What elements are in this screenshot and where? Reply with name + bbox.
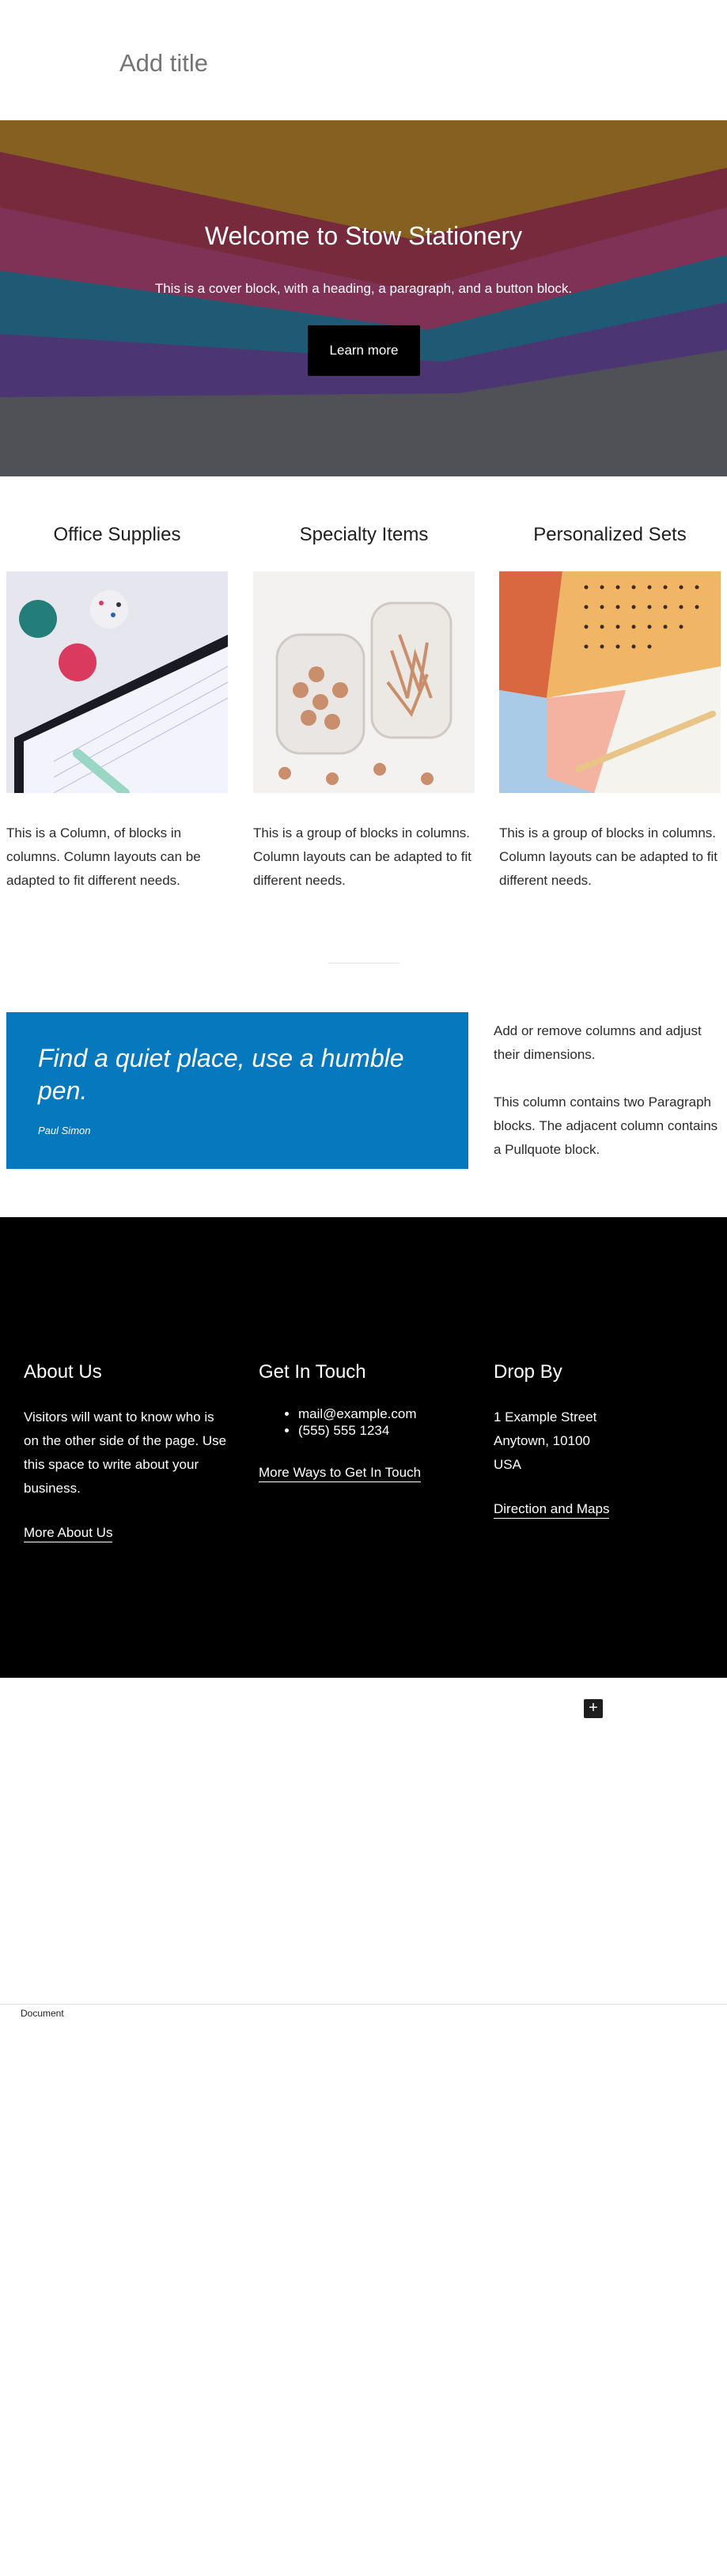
- side-paragraph: This column contains two Paragraph block…: [494, 1095, 718, 1157]
- contact-email: mail@example.com: [298, 1406, 464, 1422]
- column-heading: Personalized Sets: [533, 524, 687, 545]
- directions-link[interactable]: Direction and Maps: [494, 1500, 610, 1519]
- side-column: Add or remove columns and adjust their d…: [494, 1019, 723, 1186]
- cover-block[interactable]: Welcome to Stow Stationery This is a cov…: [0, 120, 727, 476]
- cover-paragraph: This is a cover block, with a heading, a…: [154, 281, 573, 296]
- footer-group: About Us Visitors will want to know who …: [0, 1217, 727, 1678]
- footer-contact: Get In Touch mail@example.com (555) 555 …: [259, 1361, 464, 1482]
- notebook-pencil-image[interactable]: [499, 571, 721, 793]
- column-text: This is a Column, of blocks in columns. …: [6, 825, 201, 888]
- column-heading: Specialty Items: [299, 524, 429, 545]
- footer-heading: Drop By: [494, 1361, 562, 1383]
- more-about-link[interactable]: More About Us: [24, 1524, 113, 1542]
- copper-clips-jars-image[interactable]: [253, 571, 475, 793]
- plus-icon[interactable]: +: [584, 1699, 603, 1718]
- column-text: This is a group of blocks in columns. Co…: [499, 825, 718, 888]
- side-paragraph: Add or remove columns and adjust their d…: [494, 1023, 702, 1062]
- address-line: USA: [494, 1457, 521, 1472]
- footer-heading: Get In Touch: [259, 1361, 366, 1383]
- block-breadcrumb-bar: Document: [0, 2004, 727, 2021]
- footer-drop-by: Drop By 1 Example Street Anytown, 10100 …: [494, 1361, 699, 1519]
- address-line: 1 Example Street: [494, 1409, 597, 1425]
- cover-overlay: [0, 120, 727, 476]
- column-text: This is a group of blocks in columns. Co…: [253, 825, 471, 888]
- column-heading: Office Supplies: [53, 524, 181, 545]
- separator: [328, 962, 399, 964]
- footer-about: About Us Visitors will want to know who …: [24, 1361, 229, 1542]
- breadcrumb-document[interactable]: Document: [21, 2008, 64, 2019]
- contact-list: mail@example.com (555) 555 1234: [259, 1406, 464, 1439]
- contact-phone: (555) 555 1234: [298, 1422, 464, 1439]
- post-title-area: Add title: [0, 0, 727, 120]
- footer-heading: About Us: [24, 1361, 102, 1383]
- cover-heading: Welcome to Stow Stationery: [204, 222, 523, 250]
- learn-more-button[interactable]: Learn more: [308, 325, 420, 376]
- more-ways-link[interactable]: More Ways to Get In Touch: [259, 1464, 422, 1482]
- footer-about-text: Visitors will want to know who is on the…: [24, 1409, 227, 1496]
- pullquote-citation: Paul Simon: [38, 1125, 91, 1136]
- pullquote-block[interactable]: Find a quiet place, use a humble pen. Pa…: [6, 1012, 468, 1169]
- post-title-input[interactable]: Add title: [119, 49, 208, 78]
- pullquote-text: Find a quiet place, use a humble pen.: [38, 1044, 404, 1105]
- address-line: Anytown, 10100: [494, 1433, 590, 1448]
- pins-notebook-image[interactable]: [6, 571, 228, 793]
